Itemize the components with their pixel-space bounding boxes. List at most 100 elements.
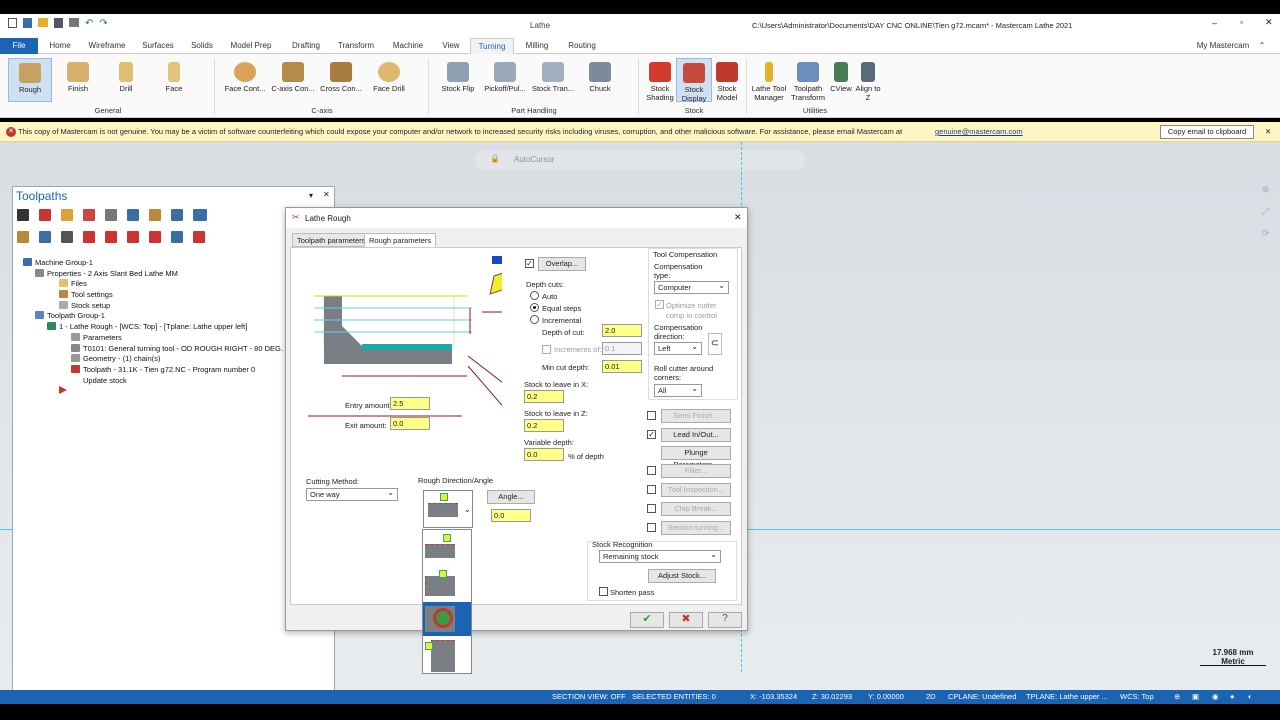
section-turning-button[interactable]: Section turning...	[661, 521, 731, 535]
redo-icon[interactable]: ↷	[99, 18, 107, 29]
direction-option-3[interactable]	[423, 602, 471, 636]
cview-button[interactable]: CView	[828, 58, 854, 102]
toggle-post-icon[interactable]	[61, 231, 73, 243]
tree-update-stock[interactable]: Update stock	[71, 376, 127, 385]
lead-in-out-checkbox[interactable]: ✓	[647, 430, 656, 439]
tree-tool-settings[interactable]: Tool settings	[59, 290, 113, 299]
backplot-icon[interactable]	[105, 209, 117, 221]
filter-button[interactable]: Filter...	[661, 464, 731, 478]
tab-machine[interactable]: Machine	[386, 38, 430, 54]
open-icon[interactable]	[38, 18, 48, 27]
post-icon[interactable]	[171, 209, 183, 221]
help-button[interactable]: ?	[708, 612, 742, 628]
chuck-button[interactable]: Chuck	[578, 58, 622, 102]
tab-toolpath-parameters[interactable]: Toolpath parameters	[292, 233, 371, 247]
direction-option-2[interactable]	[425, 568, 455, 598]
tab-model-prep[interactable]: Model Prep	[226, 38, 276, 54]
panel-close-icon[interactable]: ✕	[323, 190, 330, 199]
autocursor-label[interactable]: AutoCursor	[514, 155, 554, 164]
overlap-checkbox[interactable]: ✓	[525, 259, 534, 268]
single-op-icon[interactable]	[171, 231, 183, 243]
drill-button[interactable]: Drill	[104, 58, 148, 102]
scroll-icon[interactable]	[149, 231, 161, 243]
collapse-ribbon-icon[interactable]: ⌃	[1256, 38, 1268, 54]
equal-steps-radio[interactable]	[530, 303, 539, 312]
tab-rough-parameters[interactable]: Rough parameters	[364, 233, 437, 247]
stock-transfer-button[interactable]: Stock Tran...	[530, 58, 576, 102]
angle-input[interactable]: 0.0	[491, 509, 531, 522]
wireframe-icon[interactable]: ●	[1230, 690, 1235, 704]
entry-amount-input[interactable]: 2.5	[390, 397, 430, 410]
select-all-icon[interactable]	[17, 209, 29, 221]
help-icon[interactable]	[193, 231, 205, 243]
tab-home[interactable]: Home	[44, 38, 76, 54]
tool-inspection-button[interactable]: Tool Inspection...	[661, 483, 731, 497]
mode-2d[interactable]: 2D	[926, 690, 936, 704]
regenerate-dirty-icon[interactable]	[83, 209, 95, 221]
face-contour-button[interactable]: Face Cont...	[222, 58, 268, 102]
stock-display-button[interactable]: Stock Display	[676, 58, 712, 103]
shading-icon[interactable]: ◉	[1212, 690, 1219, 704]
tool-inspection-checkbox[interactable]	[647, 485, 656, 494]
direction-option-4[interactable]	[425, 640, 455, 672]
roll-cutter-select[interactable]: All	[654, 383, 702, 397]
my-mastercam-link[interactable]: My Mastercam	[1192, 38, 1254, 54]
stock-x-input[interactable]: 0.2	[524, 390, 564, 403]
regenerate-icon[interactable]	[61, 209, 73, 221]
stock-shading-button[interactable]: Stock Shading	[642, 58, 678, 102]
section-view-status[interactable]: SECTION VIEW: OFF	[552, 690, 626, 704]
ok-button[interactable]: ✔	[630, 612, 664, 628]
tree-tool[interactable]: T0101: General turning tool - OD ROUGH R…	[71, 344, 283, 353]
minimize-icon[interactable]: –	[1212, 18, 1217, 28]
tab-drafting[interactable]: Drafting	[284, 38, 328, 54]
tplane-status[interactable]: TPLANE: Lathe upper ...	[1026, 690, 1108, 704]
chip-break-checkbox[interactable]	[647, 504, 656, 513]
g1-icon[interactable]	[193, 209, 207, 221]
stock-flip-button[interactable]: Stock Flip	[436, 58, 480, 102]
translucency-icon[interactable]: ◐	[1248, 690, 1253, 704]
rough-button[interactable]: Rough	[8, 58, 52, 102]
tree-machine-group[interactable]: Machine Group-1	[23, 258, 93, 267]
increments-checkbox[interactable]	[542, 345, 551, 354]
tree-toolpath[interactable]: Toolpath - 31.1K - Tien g72.NC - Program…	[71, 365, 255, 374]
print-icon[interactable]	[69, 18, 79, 27]
deselect-icon[interactable]	[39, 209, 51, 221]
semi-finish-button[interactable]: Semi Finish...	[661, 409, 731, 423]
angle-button[interactable]: Angle...	[487, 490, 535, 504]
c-axis-contour-button[interactable]: C-axis Con...	[270, 58, 316, 102]
tree-stock-setup[interactable]: Stock setup	[59, 301, 110, 310]
auto-radio[interactable]	[530, 291, 539, 300]
plunge-parameters-button[interactable]: Plunge Parameters...	[661, 446, 731, 469]
lead-in-out-button[interactable]: Lead In/Out...	[661, 428, 731, 442]
tree-toolpath-group[interactable]: Toolpath Group-1	[35, 311, 105, 320]
chip-break-button[interactable]: Chip Break...	[661, 502, 731, 516]
dialog-close-icon[interactable]: ✕	[734, 212, 742, 223]
shorten-pass-checkbox[interactable]	[599, 587, 608, 596]
align-to-z-button[interactable]: Align to Z	[854, 58, 882, 102]
adjust-stock-button[interactable]: Adjust Stock...	[648, 569, 716, 583]
lock-ops-icon[interactable]	[17, 231, 29, 243]
save-as-icon[interactable]	[54, 18, 63, 28]
undo-icon[interactable]: ↶	[85, 18, 93, 29]
warning-email-link[interactable]: genuine@mastercam.com	[935, 122, 1023, 142]
cancel-button[interactable]: ✖	[669, 612, 703, 628]
variable-depth-input[interactable]: 0.0	[524, 448, 564, 461]
comp-type-select[interactable]: Computer	[654, 280, 729, 294]
cube-icon[interactable]: ▣	[1192, 690, 1199, 704]
toolpath-transform-button[interactable]: Toolpath Transform	[788, 58, 828, 102]
copy-email-button[interactable]: Copy email to clipboard	[1160, 125, 1254, 139]
insert-arrow-icon[interactable]	[127, 231, 139, 243]
incremental-radio[interactable]	[530, 315, 539, 324]
move-up-icon[interactable]	[105, 231, 117, 243]
comp-direction-select[interactable]: Left	[654, 341, 702, 355]
filter-checkbox[interactable]	[647, 466, 656, 475]
tree-properties[interactable]: Properties - 2 Axis Slant Bed Lathe MM	[35, 269, 178, 278]
new-icon[interactable]	[8, 18, 17, 28]
cross-contour-button[interactable]: Cross Con...	[318, 58, 364, 102]
min-cut-depth-input[interactable]: 0.01	[602, 360, 642, 373]
stock-recognition-select[interactable]: Remaining stock	[599, 549, 721, 563]
tab-milling[interactable]: Milling	[520, 38, 554, 54]
pickoff-pull-button[interactable]: Pickoff/Pul...	[482, 58, 528, 102]
semi-finish-checkbox[interactable]	[647, 411, 656, 420]
simulate-icon[interactable]	[149, 209, 161, 221]
